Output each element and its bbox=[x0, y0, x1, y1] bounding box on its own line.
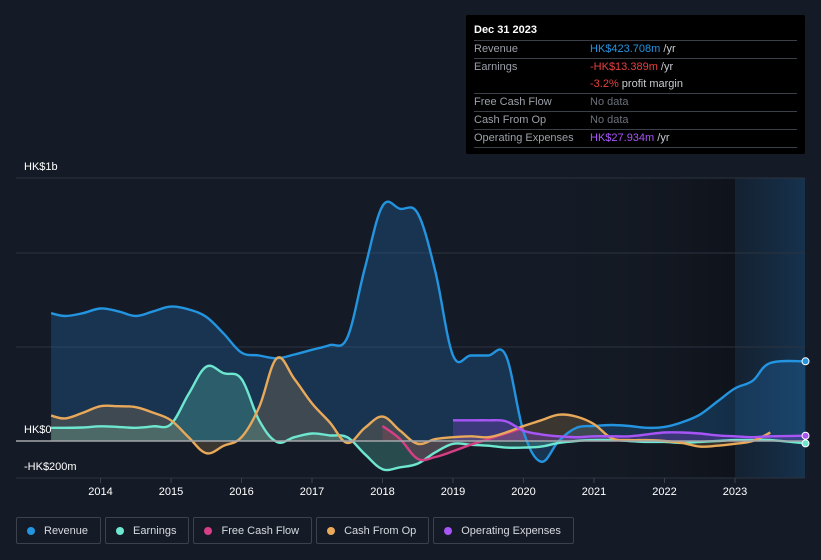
x-tick-label: 2014 bbox=[88, 486, 112, 498]
tooltip-row-label: Cash From Op bbox=[474, 114, 547, 126]
x-tick-label: 2018 bbox=[370, 486, 394, 498]
legend-item-revenue[interactable]: Revenue bbox=[16, 517, 102, 544]
tooltip-row-value: -HK$13.389m /yr bbox=[590, 61, 674, 73]
earnings-end-marker[interactable] bbox=[801, 439, 810, 448]
tooltip-row-label: Earnings bbox=[474, 61, 518, 73]
x-tick-label: 2015 bbox=[159, 486, 183, 498]
legend-item-cash-from-op[interactable]: Cash From Op bbox=[316, 517, 430, 544]
legend-item-operating-expenses[interactable]: Operating Expenses bbox=[433, 517, 574, 544]
operating-expenses-end-marker[interactable] bbox=[801, 431, 810, 440]
x-tick-label: 2020 bbox=[511, 486, 535, 498]
y-label-top: HK$1b bbox=[24, 161, 58, 173]
legend: Revenue Earnings Free Cash Flow Cash From O… bbox=[16, 517, 578, 544]
tooltip-row-value: -3.2% profit margin bbox=[590, 78, 683, 90]
x-tick-label: 2019 bbox=[441, 486, 465, 498]
legend-dot-icon bbox=[327, 526, 336, 535]
tooltip-panel: Dec 31 2023 Revenue HK$423.708m /yr Earnin… bbox=[466, 15, 805, 154]
legend-label: Earnings bbox=[133, 524, 177, 537]
x-tick-label: 2022 bbox=[652, 486, 676, 498]
x-tick-label: 2016 bbox=[229, 486, 253, 498]
tooltip-row-value: HK$27.934m /yr bbox=[590, 132, 670, 144]
tooltip-row-label bbox=[474, 76, 590, 93]
tooltip-row-value: No data bbox=[590, 96, 629, 108]
legend-item-earnings[interactable]: Earnings bbox=[105, 517, 190, 544]
legend-dot-icon bbox=[444, 526, 453, 535]
tooltip-row-label: Operating Expenses bbox=[474, 132, 574, 144]
tooltip-row-value: No data bbox=[590, 114, 629, 126]
tooltip-row: Earnings -HK$13.389m /yr bbox=[474, 59, 797, 76]
tooltip-row: Free Cash Flow No data bbox=[474, 94, 797, 112]
legend-dot-icon bbox=[116, 526, 125, 535]
x-axis-ticks: 2014 2015 2016 2017 2018 2019 2020 2021 2022 2023 bbox=[88, 478, 747, 498]
legend-label: Operating Expenses bbox=[461, 524, 561, 537]
tooltip-row-value: HK$423.708m /yr bbox=[590, 43, 676, 55]
tooltip-row-label: Revenue bbox=[474, 43, 519, 55]
tooltip-row: Cash From Op No data bbox=[474, 112, 797, 130]
legend-dot-icon bbox=[27, 526, 35, 535]
legend-label: Revenue bbox=[44, 524, 89, 537]
y-label-zero: HK$0 bbox=[24, 424, 52, 436]
tooltip-rows: Revenue HK$423.708m /yr Earnings -HK$13.389… bbox=[474, 41, 797, 148]
x-tick-label: 2023 bbox=[723, 486, 747, 498]
x-tick-label: 2017 bbox=[300, 486, 324, 498]
tooltip-row-label: Free Cash Flow bbox=[474, 96, 552, 108]
legend-label: Cash From Op bbox=[344, 524, 417, 537]
revenue-end-marker[interactable] bbox=[801, 357, 810, 366]
legend-dot-icon bbox=[204, 526, 213, 535]
tooltip-row: Revenue HK$423.708m /yr bbox=[474, 41, 797, 59]
legend-label: Free Cash Flow bbox=[221, 524, 300, 537]
tooltip-date: Dec 31 2023 bbox=[474, 22, 797, 41]
x-tick-label: 2021 bbox=[582, 486, 606, 498]
tooltip-row: Operating Expenses HK$27.934m /yr bbox=[474, 130, 797, 148]
tooltip-row: -3.2% profit margin bbox=[474, 76, 797, 94]
legend-item-free-cash-flow[interactable]: Free Cash Flow bbox=[193, 517, 313, 544]
y-label-bottom: -HK$200m bbox=[24, 461, 77, 473]
